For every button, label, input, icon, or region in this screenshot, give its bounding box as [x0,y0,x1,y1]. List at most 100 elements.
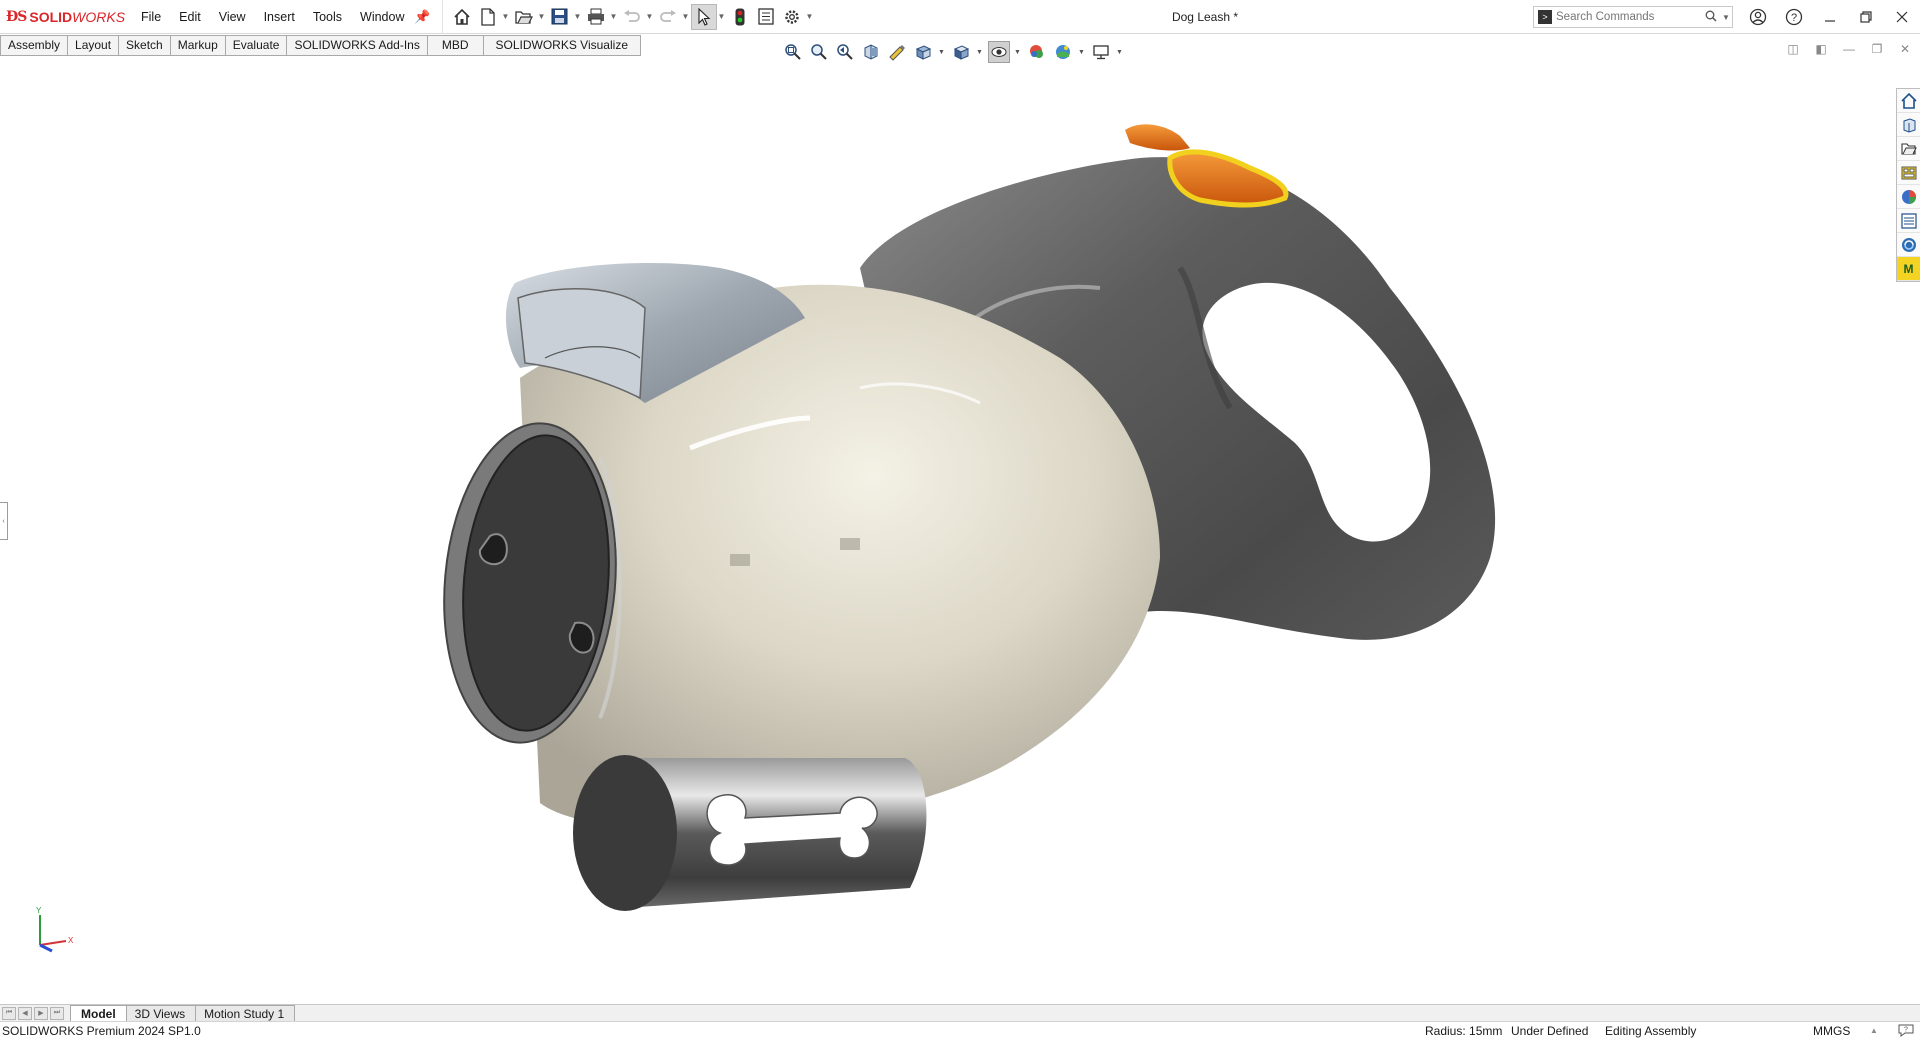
restore-icon[interactable] [1848,0,1884,34]
coordinate-triad: Y X [28,905,78,955]
menu-edit[interactable]: Edit [170,0,210,34]
tab-model[interactable]: Model [70,1004,127,1022]
tile-left-icon[interactable]: ◫ [1784,42,1802,56]
new-dropdown-icon[interactable]: ▼ [501,4,511,30]
pin-menu-icon[interactable]: 📌 [414,9,432,25]
design-library-icon[interactable] [1897,113,1920,137]
undo-icon[interactable] [619,4,645,30]
rebuild-traffic-light-icon[interactable] [727,4,753,30]
menu-file[interactable]: File [132,0,170,34]
product-version: SOLIDWORKS Premium 2024 SP1.0 [2,1024,201,1038]
options-gear-icon[interactable] [779,4,805,30]
solidworks-resources-icon[interactable] [1897,89,1920,113]
search-input[interactable] [1556,11,1696,23]
open-dropdown-icon[interactable]: ▼ [537,4,547,30]
appearances-icon[interactable] [1897,185,1920,209]
dog-leash-model[interactable] [0,58,1890,1003]
search-commands-box[interactable]: > ▼ [1533,6,1733,28]
first-tab-icon[interactable]: ⏮ [2,1006,16,1020]
doc-close-icon[interactable]: ✕ [1896,42,1914,56]
prev-tab-icon[interactable]: ◀ [18,1006,32,1020]
select-dropdown-icon[interactable]: ▼ [717,4,727,30]
minimize-icon[interactable] [1812,0,1848,34]
doc-restore-icon[interactable]: ❐ [1868,42,1886,56]
viewport-window-controls: ◫ ◧ — ❐ ✕ [1784,42,1914,56]
tab-assembly[interactable]: Assembly [0,35,69,56]
units-dropdown-icon[interactable]: ▲ [1870,1026,1878,1035]
command-prompt-icon: > [1538,10,1552,24]
undo-dropdown-icon[interactable]: ▼ [645,4,655,30]
brand-italic: WORKS [72,8,126,25]
last-tab-icon[interactable]: ⏭ [50,1006,64,1020]
redo-dropdown-icon[interactable]: ▼ [681,4,691,30]
custom-properties-icon[interactable] [1897,209,1920,233]
user-account-icon[interactable] [1740,0,1776,34]
view-palette-icon[interactable] [1897,161,1920,185]
tab-addins[interactable]: SOLIDWORKS Add-Ins [286,35,428,56]
tab-sketch[interactable]: Sketch [118,35,171,56]
tab-scroll-arrows: ⏮ ◀ ▶ ⏭ [0,1006,64,1020]
task-pane-tabs: M [1896,88,1920,282]
menu-view[interactable]: View [210,0,255,34]
display-style-dropdown-icon[interactable]: ▼ [976,49,984,56]
command-manager-tabs: Assembly Layout Sketch Markup Evaluate S… [0,35,641,56]
search-icon[interactable] [1702,10,1720,25]
triad-y-label: Y [36,906,42,915]
status-mode: Editing Assembly [1605,1024,1697,1038]
tab-visualize[interactable]: SOLIDWORKS Visualize [482,35,641,56]
bag-holder-end-cap [573,755,677,911]
svg-text:?: ? [1904,1027,1908,1034]
search-dropdown-icon[interactable]: ▼ [1720,13,1732,22]
tab-layout[interactable]: Layout [67,35,120,56]
menu-window[interactable]: Window [351,0,413,34]
brand-bold: SOLID [29,8,73,25]
menu-insert[interactable]: Insert [255,0,304,34]
status-bar: SOLIDWORKS Premium 2024 SP1.0 Radius: 15… [0,1021,1920,1040]
close-icon[interactable] [1884,0,1920,34]
tab-markup[interactable]: Markup [169,35,226,56]
mbd-m-icon[interactable]: M [1897,257,1920,281]
units-selector[interactable]: MMGS [1813,1024,1850,1038]
help-icon[interactable]: ? [1776,0,1812,34]
menu-bar: File Edit View Insert Tools Window 📌 [132,0,442,34]
file-explorer-icon[interactable] [1897,137,1920,161]
options-dropdown-icon[interactable]: ▼ [805,4,815,30]
model-view-tabs: ⏮ ◀ ▶ ⏭ Model 3D Views Motion Study 1 [0,1004,1920,1022]
tab-mbd[interactable]: MBD [426,35,484,56]
save-dropdown-icon[interactable]: ▼ [573,4,583,30]
save-icon[interactable] [547,4,573,30]
brake-button-top [1125,124,1190,151]
menu-tools[interactable]: Tools [304,0,351,34]
tab-evaluate[interactable]: Evaluate [224,35,288,56]
front-cap-slot-lower [568,621,595,654]
next-tab-icon[interactable]: ▶ [34,1006,48,1020]
apply-scene-dropdown-icon[interactable]: ▼ [1078,49,1086,56]
view-settings-dropdown-icon[interactable]: ▼ [1116,49,1124,56]
graphics-area[interactable] [0,58,1890,1003]
solidworks-forum-icon[interactable] [1897,233,1920,257]
print-dropdown-icon[interactable]: ▼ [609,4,619,30]
quick-tips-icon[interactable]: ? [1898,1023,1914,1040]
title-bar: ƉS SOLID WORKS File Edit View Insert Tool… [0,0,1920,34]
quick-access-toolbar: ▼ ▼ ▼ ▼ ▼ ▼ ▼ ▼ [441,0,815,34]
open-icon[interactable] [511,4,537,30]
file-properties-icon[interactable] [753,4,779,30]
svg-text:?: ? [1791,12,1797,24]
ds-logo-icon: ƉS [6,8,27,25]
tab-3d-views[interactable]: 3D Views [125,1004,197,1022]
doc-minimize-icon[interactable]: — [1840,42,1858,56]
print-icon[interactable] [583,4,609,30]
new-document-icon[interactable] [475,4,501,30]
view-orientation-dropdown-icon[interactable]: ▼ [938,49,946,56]
document-title: Dog Leash * [1171,10,1239,24]
triad-x-label: X [68,936,74,945]
home-icon[interactable] [449,4,475,30]
hide-show-dropdown-icon[interactable]: ▼ [1014,49,1022,56]
status-radius: Radius: 15mm [1425,1024,1503,1038]
redo-icon[interactable] [655,4,681,30]
window-controls: ? [1740,0,1920,34]
select-cursor-icon[interactable] [690,3,717,30]
tab-motion-study-1[interactable]: Motion Study 1 [195,1004,296,1022]
solidworks-logo[interactable]: ƉS SOLID WORKS [0,0,132,34]
tile-right-icon[interactable]: ◧ [1812,42,1830,56]
